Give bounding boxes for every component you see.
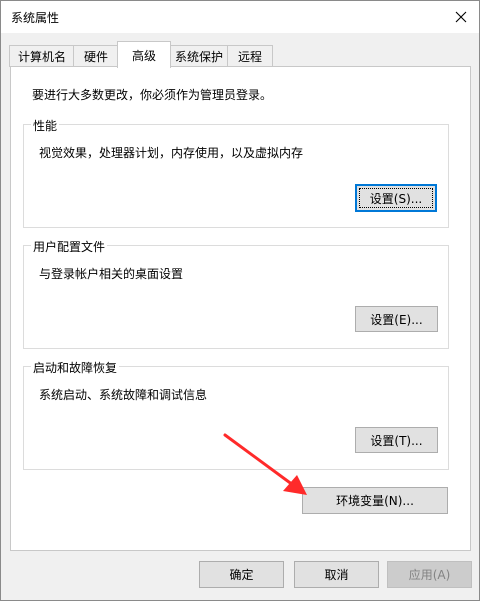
tab-hardware[interactable]: 硬件: [73, 45, 119, 67]
performance-group-title: 性能: [31, 117, 60, 134]
performance-group: 性能 视觉效果，处理器计划，内存使用，以及虚拟内存 设置(S)...: [23, 117, 449, 228]
window-title: 系统属性: [11, 11, 60, 25]
cancel-button[interactable]: 取消: [294, 561, 379, 588]
tab-advanced[interactable]: 高级: [117, 41, 171, 68]
close-icon[interactable]: [449, 5, 473, 29]
user-profiles-group-title: 用户配置文件: [31, 238, 108, 255]
tab-system-protection[interactable]: 系统保护: [169, 45, 229, 67]
admin-note: 要进行大多数更改，你必须作为管理员登录。: [32, 88, 273, 102]
apply-button[interactable]: 应用(A): [387, 561, 472, 588]
title-bar: 系统属性: [1, 1, 479, 33]
performance-description: 视觉效果，处理器计划，内存使用，以及虚拟内存: [39, 146, 304, 160]
startup-recovery-description: 系统启动、系统故障和调试信息: [39, 388, 208, 402]
system-properties-window: 系统属性 计算机名 硬件 高级 系统保护 远程 要进行大多数更改，你必须作为管理…: [0, 0, 480, 601]
user-profiles-description: 与登录帐户相关的桌面设置: [39, 267, 184, 281]
red-arrow-annotation: [223, 433, 307, 495]
user-profiles-group: 用户配置文件 与登录帐户相关的桌面设置 设置(E)...: [23, 238, 449, 349]
user-profiles-settings-button[interactable]: 设置(E)...: [355, 306, 438, 332]
tab-computer-name[interactable]: 计算机名: [9, 45, 75, 67]
startup-recovery-settings-button[interactable]: 设置(T)...: [355, 427, 438, 453]
environment-variables-button[interactable]: 环境变量(N)...: [302, 487, 448, 514]
startup-recovery-group-title: 启动和故障恢复: [31, 359, 120, 376]
ok-button[interactable]: 确定: [199, 561, 284, 588]
tab-remote[interactable]: 远程: [227, 45, 273, 67]
performance-settings-button[interactable]: 设置(S)...: [355, 184, 437, 212]
